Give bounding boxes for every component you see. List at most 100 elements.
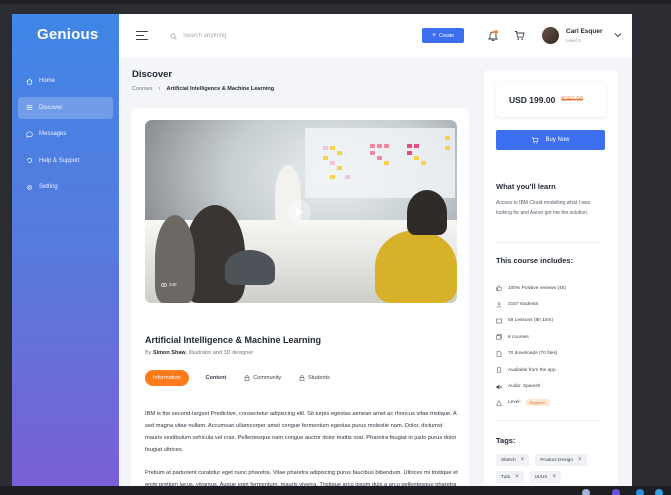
user-icon bbox=[496, 301, 502, 308]
laptop-figure bbox=[225, 250, 275, 285]
author-role: , Illustrator and 3D designer bbox=[185, 350, 254, 356]
course-video[interactable]: 240 bbox=[145, 120, 457, 303]
window-top-strip bbox=[0, 0, 671, 4]
whiteboard-wall bbox=[305, 128, 455, 198]
sticky-note bbox=[323, 146, 328, 150]
learn-text: Access to IBM Cloud modelling what I was… bbox=[496, 200, 591, 216]
purchase-panel: USD 199.00 $250.00 Buy Now What you'll l… bbox=[484, 70, 618, 486]
includes-heading: This course includes: bbox=[496, 256, 574, 265]
sticky-note bbox=[407, 151, 412, 155]
sidebar: Genious Home Discover Messages Help & Su… bbox=[12, 14, 119, 486]
stack-icon bbox=[496, 334, 502, 341]
close-icon[interactable]: × bbox=[521, 457, 525, 463]
home-icon bbox=[26, 78, 33, 85]
course-description-paragraph: IBM is the second-largest Predictive, co… bbox=[145, 411, 457, 453]
sticky-note bbox=[330, 175, 335, 179]
tab-community[interactable]: Community bbox=[244, 370, 281, 386]
include-text: Level: bbox=[508, 400, 521, 406]
sticky-note bbox=[445, 136, 450, 140]
taskbar-icon[interactable] bbox=[636, 489, 644, 495]
include-text: 100% Positive reviews (45) bbox=[508, 285, 566, 291]
close-icon[interactable]: × bbox=[552, 474, 556, 480]
taskbar-strip bbox=[0, 486, 671, 495]
buy-now-label: Buy Now bbox=[545, 137, 570, 143]
tab-information[interactable]: Information bbox=[145, 370, 189, 386]
tab-label: Students bbox=[308, 375, 330, 381]
sticky-note bbox=[345, 175, 350, 179]
include-text: Audio: Spanish bbox=[508, 384, 541, 390]
price: USD 199.00 bbox=[509, 94, 556, 105]
notification-dot bbox=[494, 30, 498, 34]
tag-chip[interactable]: UI/UX × bbox=[529, 471, 561, 483]
include-text: 70 downloads (70 files) bbox=[508, 351, 558, 357]
learn-heading: What you'll learn bbox=[496, 182, 556, 191]
app-logo[interactable]: Genious bbox=[37, 26, 98, 43]
buy-now-button[interactable]: Buy Now bbox=[496, 130, 605, 150]
tag-label: Sketch bbox=[501, 457, 516, 463]
breadcrumb: Courses › Artificial Intelligence & Mach… bbox=[132, 86, 274, 92]
breadcrumb-current: Artificial Intelligence & Machine Learni… bbox=[166, 86, 275, 92]
price-box: USD 199.00 $250.00 bbox=[496, 82, 606, 117]
sticky-note bbox=[384, 144, 389, 148]
tag-label: Tuts bbox=[501, 474, 511, 480]
author-name[interactable]: Simon Shaw bbox=[153, 350, 186, 356]
search-bar bbox=[170, 29, 350, 43]
tag-chip[interactable]: Sketch × bbox=[496, 454, 530, 466]
sticky-note bbox=[370, 151, 375, 155]
level-badge: Beginner bbox=[525, 399, 550, 407]
menu-toggle-icon[interactable] bbox=[136, 31, 148, 40]
list-item: 70 downloads (70 files) bbox=[496, 346, 606, 362]
list-item: Audio: Spanish bbox=[496, 378, 606, 394]
sidebar-nav: Home Discover Messages Help & Support Se… bbox=[18, 70, 113, 203]
sidebar-item-messages[interactable]: Messages bbox=[18, 123, 113, 145]
tag-label: Product Design bbox=[540, 457, 573, 463]
eye-icon bbox=[161, 282, 167, 287]
plus-icon: + bbox=[431, 32, 437, 39]
sidebar-item-label: Home bbox=[39, 78, 56, 84]
sticky-note bbox=[337, 166, 342, 170]
tag-chip[interactable]: Product Design × bbox=[535, 454, 587, 466]
sidebar-item-label: Help & Support bbox=[39, 157, 80, 164]
sidebar-item-discover[interactable]: Discover bbox=[18, 96, 113, 119]
sidebar-item-label: Messages bbox=[39, 131, 67, 138]
sidebar-item-help[interactable]: Help & Support bbox=[18, 150, 113, 172]
help-icon bbox=[27, 158, 32, 164]
list-item: 100% Positive reviews (45) bbox=[496, 280, 606, 296]
play-icon bbox=[295, 207, 303, 217]
byline-prefix: By bbox=[145, 350, 152, 356]
tag-chip[interactable]: Tuts × bbox=[496, 471, 524, 483]
sticky-note bbox=[445, 146, 450, 150]
sidebar-item-home[interactable]: Home bbox=[18, 70, 113, 92]
taskbar-icon[interactable] bbox=[655, 489, 663, 495]
page-title: Discover bbox=[132, 69, 173, 80]
cart-icon bbox=[532, 136, 540, 143]
chevron-down-icon[interactable] bbox=[614, 32, 622, 38]
create-button[interactable]: + Create bbox=[422, 28, 464, 43]
lock-icon bbox=[299, 375, 305, 381]
sidebar-item-label: Setting bbox=[39, 184, 58, 191]
lock-icon bbox=[244, 375, 250, 381]
avatar[interactable] bbox=[542, 27, 559, 44]
user-level: Level 3 bbox=[566, 38, 581, 43]
cart-icon[interactable] bbox=[514, 30, 525, 41]
sticky-note bbox=[377, 144, 382, 148]
tag-label: UI/UX bbox=[534, 474, 548, 480]
list-item: Level: Beginner bbox=[496, 395, 606, 411]
close-icon[interactable]: × bbox=[515, 474, 519, 480]
sidebar-item-setting[interactable]: Setting bbox=[18, 176, 113, 198]
include-text: 6 courses bbox=[508, 334, 529, 340]
search-input[interactable] bbox=[183, 33, 333, 39]
tab-students[interactable]: Students bbox=[299, 370, 330, 386]
tags-heading: Tags: bbox=[496, 436, 516, 445]
view-count-value: 240 bbox=[169, 282, 177, 287]
course-tabs: Information Content Community Students bbox=[145, 370, 348, 386]
taskbar-icon[interactable] bbox=[582, 489, 590, 495]
breadcrumb-courses[interactable]: Courses bbox=[132, 86, 152, 92]
close-icon[interactable]: × bbox=[578, 457, 582, 463]
taskbar-icon[interactable] bbox=[612, 489, 620, 495]
tab-content[interactable]: Content bbox=[206, 370, 227, 386]
old-price: $250.00 bbox=[561, 96, 584, 103]
play-button[interactable] bbox=[287, 200, 311, 224]
user-name[interactable]: Carl Esquer bbox=[566, 28, 603, 35]
sticky-note bbox=[370, 144, 375, 148]
